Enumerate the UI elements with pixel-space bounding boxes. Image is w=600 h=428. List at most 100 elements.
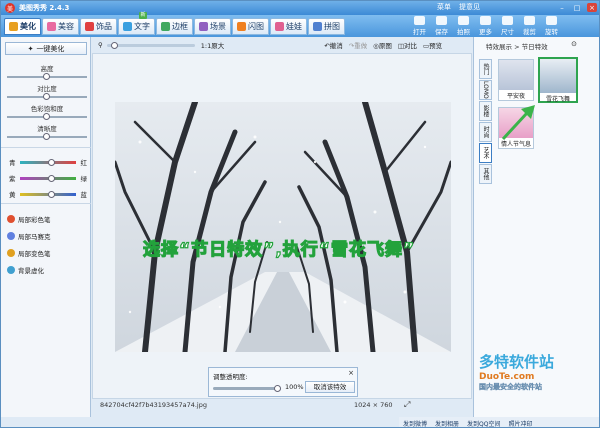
tab-decoration[interactable]: 饰品 xyxy=(80,18,117,35)
camera-button[interactable]: 拍照 xyxy=(453,16,474,36)
original-button[interactable]: ◎原图 xyxy=(373,40,392,50)
transparency-panel: 调整透明度: × 100% 取消该特效 xyxy=(208,367,358,397)
divider xyxy=(1,203,91,204)
local-recolor-pen[interactable]: 局部变色笔 xyxy=(7,248,51,258)
scene-icon xyxy=(199,22,208,31)
doll-icon xyxy=(275,22,284,31)
rotate-button[interactable]: 旋转 xyxy=(541,16,562,36)
camera-icon xyxy=(458,16,469,25)
settings-icon[interactable]: ⊙ xyxy=(571,40,577,48)
tab-scene[interactable]: 场景 xyxy=(194,18,231,35)
open-button[interactable]: 打开 xyxy=(409,16,430,36)
blur-icon xyxy=(7,266,15,274)
contrast-slider[interactable]: 对比度 xyxy=(7,83,87,100)
flash-icon xyxy=(237,22,246,31)
fit-icon[interactable]: ⤢ xyxy=(404,400,410,410)
share-album-link[interactable]: 发到相册 xyxy=(435,419,459,428)
tab-beauty[interactable]: 美容 xyxy=(42,18,79,35)
tab-fashion[interactable]: 时尚 xyxy=(479,122,492,142)
canvas-toolbar: ⚲ 1:1原大 ↶撤消 ↷重做 ◎原图 ◫对比 ▭预览 xyxy=(92,37,472,53)
tab-hot[interactable]: 热门 xyxy=(479,59,492,79)
beautify-icon xyxy=(9,22,18,31)
sharpness-slider[interactable]: 清晰度 xyxy=(7,123,87,140)
rotate-icon xyxy=(546,16,557,25)
tab-beautify[interactable]: 美化 xyxy=(4,18,41,35)
recolor-pen-icon xyxy=(7,249,15,257)
slider-knob[interactable] xyxy=(48,174,55,182)
local-color-pen[interactable]: 局部彩色笔 xyxy=(7,214,51,224)
purple-green-slider[interactable]: 紫绿 xyxy=(9,173,87,183)
share-qzone-link[interactable]: 发到QQ空间 xyxy=(467,419,500,428)
mosaic-icon xyxy=(7,232,15,240)
close-icon[interactable]: × xyxy=(348,369,354,377)
saturation-slider[interactable]: 色彩饱和度 xyxy=(7,103,87,120)
collage-icon xyxy=(313,22,322,31)
save-button[interactable]: 保存 xyxy=(431,16,452,36)
new-badge: 新 xyxy=(139,12,147,19)
beauty-icon xyxy=(47,22,56,31)
one-click-beautify-button[interactable]: ✦ 一键美化 xyxy=(5,42,87,55)
effect-thumb-christmas-eve[interactable]: 平安夜 xyxy=(498,59,534,101)
slider-knob[interactable] xyxy=(48,158,55,166)
tab-studio[interactable]: 影楼 xyxy=(479,101,492,121)
cancel-effect-button[interactable]: 取消该特效 xyxy=(305,381,355,393)
feedback-link[interactable]: 提意见 xyxy=(459,2,480,12)
more-icon xyxy=(480,16,491,25)
transparency-label: 调整透明度: xyxy=(213,373,248,381)
tab-art[interactable]: 艺术 xyxy=(479,143,492,163)
slider-knob[interactable] xyxy=(110,41,118,49)
slider-knob[interactable] xyxy=(43,133,50,140)
preview-button[interactable]: ▭预览 xyxy=(423,40,442,50)
status-bar: 842704cf42f7b43193457a74.jpg 1024 × 760 … xyxy=(92,399,472,411)
crop-icon xyxy=(524,16,535,25)
app-title: 美图秀秀 2.4.3 xyxy=(19,4,70,12)
save-icon xyxy=(436,16,447,25)
minimize-icon[interactable]: – xyxy=(557,3,567,12)
top-menu: 菜单 提意见 xyxy=(437,2,480,12)
frame-icon xyxy=(161,22,170,31)
crop-button[interactable]: 裁剪 xyxy=(519,16,540,36)
left-panel: ✦ 一键美化 高度 对比度 色彩饱和度 清晰度 青红 紫绿 黄蓝 局部彩色笔 局部… xyxy=(1,37,91,417)
tab-collage[interactable]: 拼图 xyxy=(308,18,345,35)
text-icon xyxy=(123,22,132,31)
transparency-percent: 100% xyxy=(285,383,304,391)
yellow-blue-slider[interactable]: 黄蓝 xyxy=(9,189,87,199)
slider-knob[interactable] xyxy=(274,385,281,392)
snow-photo[interactable] xyxy=(115,102,451,352)
slider-knob[interactable] xyxy=(43,113,50,120)
slider-knob[interactable] xyxy=(43,93,50,100)
canvas-area: 选择“节日特效”,执行“雪花飞舞” 调整透明度: × 100% 取消该特效 xyxy=(92,53,472,399)
photo-print-link[interactable]: 照片冲印 xyxy=(508,419,532,428)
slider-knob[interactable] xyxy=(48,190,55,198)
main-toolbar: 美化 美容 饰品 文字 边框 场景 闪图 娃娃 拼图 新 打开 保存 拍照 更多… xyxy=(1,12,599,37)
resize-button[interactable]: 尺寸 xyxy=(497,16,518,36)
slider-knob[interactable] xyxy=(43,73,50,80)
feature-tabs: 美化 美容 饰品 文字 边框 场景 闪图 娃娃 拼图 xyxy=(4,18,345,35)
compare-button[interactable]: ◫对比 xyxy=(398,40,417,50)
zoom-slider[interactable] xyxy=(106,41,195,49)
resize-icon xyxy=(502,16,513,25)
tab-frame[interactable]: 边框 xyxy=(156,18,193,35)
transparency-slider[interactable] xyxy=(213,385,281,392)
more-button[interactable]: 更多 xyxy=(475,16,496,36)
tab-text[interactable]: 文字 xyxy=(118,18,155,35)
local-mosaic[interactable]: 局部马赛克 xyxy=(7,231,51,241)
close-icon[interactable]: × xyxy=(587,3,597,12)
zoom-label[interactable]: 1:1原大 xyxy=(201,40,224,50)
tab-lomo[interactable]: LOMO xyxy=(479,80,492,100)
maximize-icon[interactable]: □ xyxy=(572,3,582,12)
folder-icon xyxy=(414,16,425,25)
tab-other[interactable]: 其他 xyxy=(479,164,492,184)
tab-doll[interactable]: 娃娃 xyxy=(270,18,307,35)
menu-link[interactable]: 菜单 xyxy=(437,2,451,12)
brightness-slider[interactable]: 高度 xyxy=(7,63,87,80)
effect-preview xyxy=(499,60,533,90)
window-controls: – □ × xyxy=(557,3,597,12)
redo-button[interactable]: ↷重做 xyxy=(349,40,367,50)
undo-button[interactable]: ↶撤消 xyxy=(324,40,342,50)
tab-flash[interactable]: 闪图 xyxy=(232,18,269,35)
cyan-red-slider[interactable]: 青红 xyxy=(9,157,87,167)
background-blur[interactable]: 背景虚化 xyxy=(7,265,44,275)
share-weibo-link[interactable]: 发到微博 xyxy=(403,419,427,428)
effect-thumb-snowflakes[interactable]: 雪花飞舞 xyxy=(538,57,578,103)
